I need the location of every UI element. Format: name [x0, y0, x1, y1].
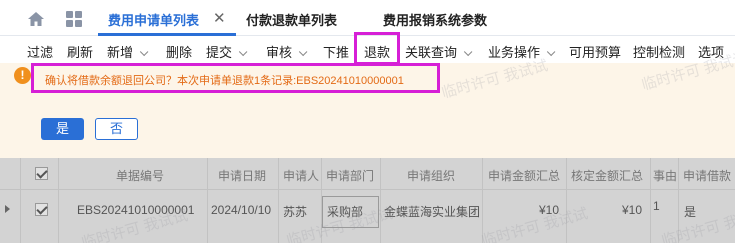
row-pointer-icon: [5, 205, 10, 213]
chevron-down-icon: [139, 47, 149, 57]
available-budget-button[interactable]: 可用预算: [569, 42, 621, 61]
grid-column-divider: [678, 158, 679, 243]
add-button[interactable]: 新增: [107, 42, 149, 61]
control-check-button[interactable]: 控制检测: [633, 42, 685, 61]
home-icon[interactable]: [27, 11, 45, 27]
grid-cell[interactable]: 2024/10/10: [211, 203, 271, 217]
app-grid-icon[interactable]: [66, 11, 82, 27]
submit-button[interactable]: 提交: [206, 42, 248, 61]
tab-bar: 费用申请单列表 ✕ 付款退款单列表 费用报销系统参数: [0, 0, 735, 36]
filter-button[interactable]: 过滤: [27, 42, 53, 61]
grid-column-divider: [278, 158, 279, 243]
chevron-down-icon: [463, 47, 473, 57]
grid-column-divider: [650, 158, 651, 243]
tab-payment-refund-list[interactable]: 付款退款单列表: [246, 10, 337, 29]
column-header[interactable]: 申请人: [283, 167, 319, 184]
column-header[interactable]: 事由: [653, 167, 677, 184]
warning-icon: !: [14, 67, 31, 84]
no-button[interactable]: 否: [95, 118, 138, 140]
options-button[interactable]: 选项: [698, 42, 724, 61]
grid-cell[interactable]: 苏苏: [283, 203, 307, 220]
grid-cell[interactable]: 采购部: [327, 203, 363, 220]
column-header[interactable]: 申请部门: [326, 167, 374, 184]
business-ops-button[interactable]: 业务操作: [488, 42, 556, 61]
grid-cell[interactable]: ¥10: [622, 203, 642, 217]
column-header[interactable]: 单据编号: [116, 167, 164, 184]
refund-highlight-box: [354, 32, 400, 65]
audit-button[interactable]: 审核: [266, 42, 308, 61]
column-header[interactable]: 申请日期: [218, 167, 266, 184]
chevron-down-icon: [298, 47, 308, 57]
chevron-down-icon: [546, 47, 556, 57]
tab-expense-system-params[interactable]: 费用报销系统参数: [383, 10, 487, 29]
grid-cell[interactable]: 1: [653, 199, 660, 213]
grid-cell[interactable]: 金蝶蓝海实业集团: [384, 203, 480, 220]
grid-cell[interactable]: 是: [684, 203, 696, 220]
grid-column-divider: [207, 158, 208, 243]
column-header[interactable]: 申请借款: [683, 167, 731, 184]
message-highlight-box: [31, 63, 440, 93]
grid-header-divider: [0, 189, 735, 190]
close-icon[interactable]: ✕: [213, 9, 226, 27]
refresh-button[interactable]: 刷新: [67, 42, 93, 61]
grid-cell[interactable]: ¥10: [539, 203, 559, 217]
column-header[interactable]: 申请金额汇总: [488, 167, 560, 184]
grid-column-divider: [566, 158, 567, 243]
delete-button[interactable]: 删除: [166, 42, 192, 61]
grid-column-divider: [20, 158, 21, 243]
column-header[interactable]: 申请组织: [407, 167, 455, 184]
grid-column-divider: [482, 158, 483, 243]
grid-column-divider: [380, 158, 381, 243]
grid-column-divider: [58, 158, 59, 243]
yes-button[interactable]: 是: [41, 118, 84, 140]
related-query-button[interactable]: 关联查询: [405, 42, 473, 61]
grid-cell[interactable]: EBS20241010000001: [77, 203, 207, 217]
chevron-down-icon: [238, 47, 248, 57]
tab-expense-request-list[interactable]: 费用申请单列表: [108, 10, 199, 29]
row-checkbox[interactable]: [35, 203, 48, 216]
column-header[interactable]: 核定金额汇总: [571, 167, 643, 184]
select-all-checkbox[interactable]: [35, 167, 48, 180]
push-down-button[interactable]: 下推: [323, 42, 349, 61]
